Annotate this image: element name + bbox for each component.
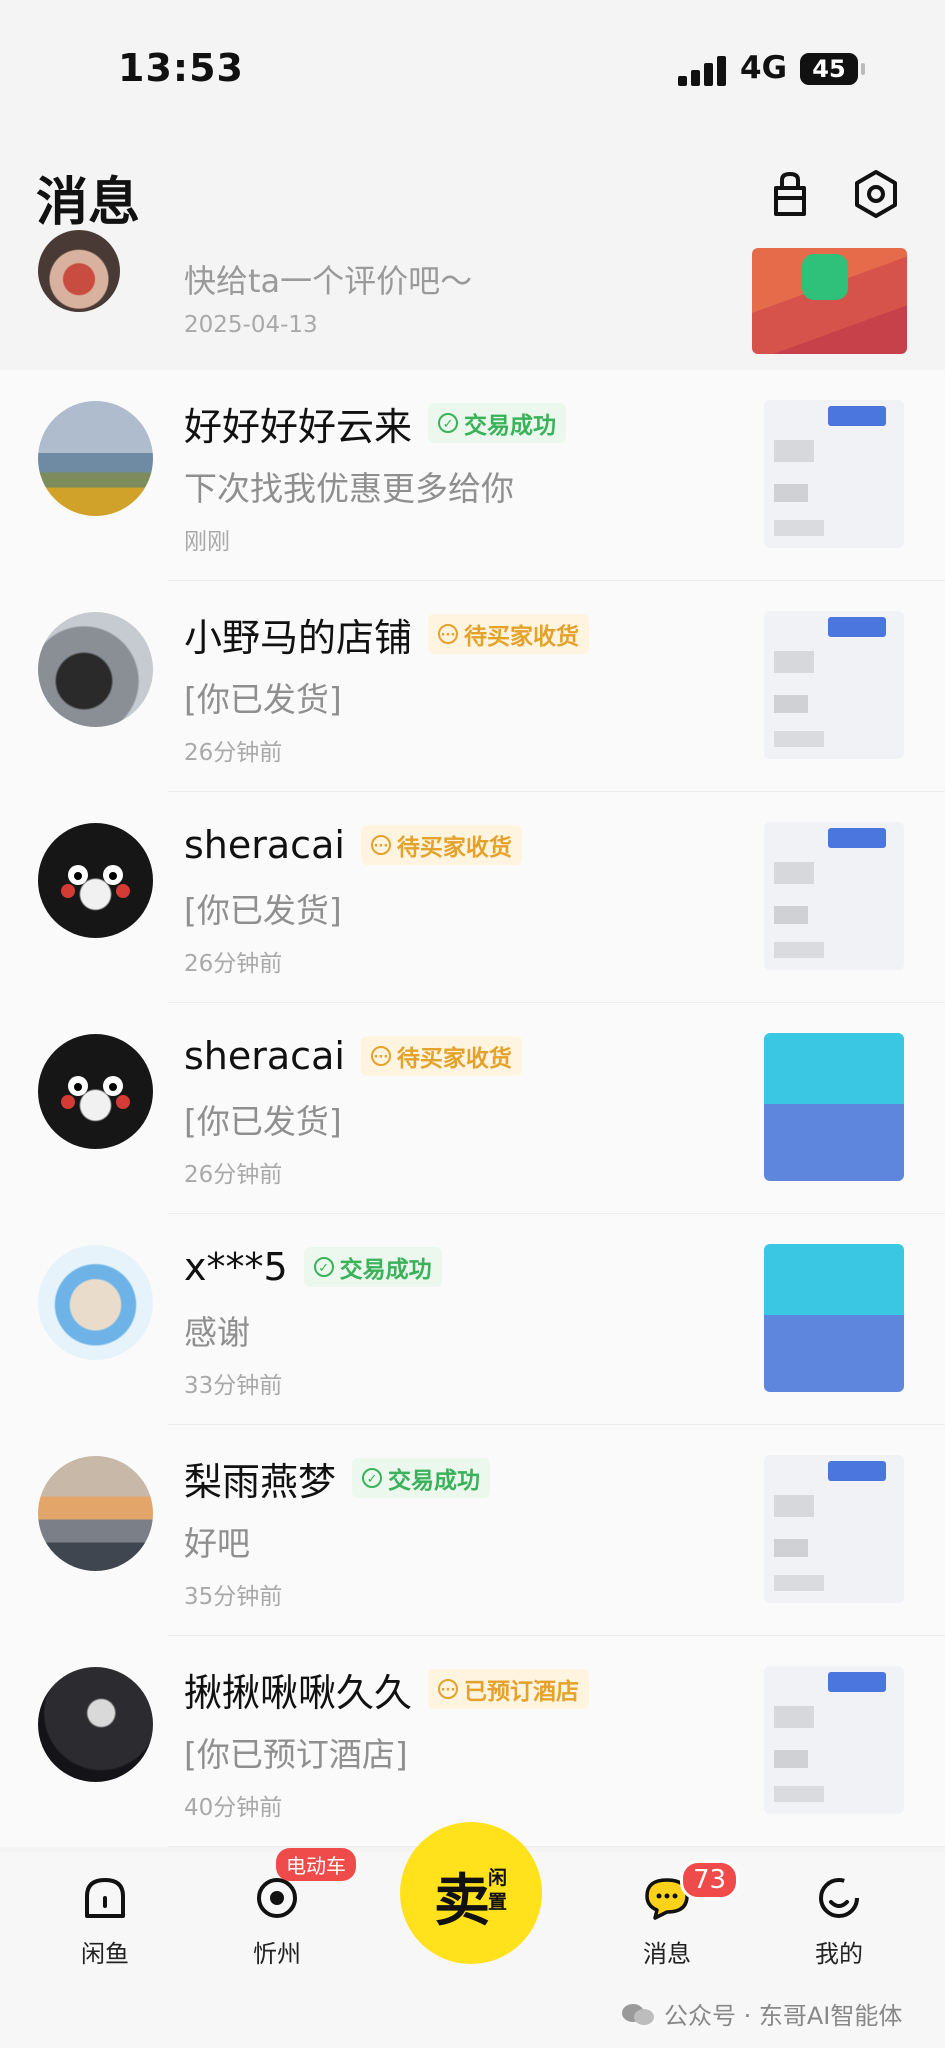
- nav-messages-label: 消息: [643, 1940, 691, 1968]
- status-badge: ✓ 交易成功: [428, 403, 567, 443]
- status-badge: ··· 已预订酒店: [428, 1669, 590, 1709]
- avatar: [38, 1245, 153, 1360]
- battery-icon: 45: [800, 53, 865, 85]
- pending-dots-icon: ···: [370, 1046, 391, 1066]
- item-thumbnail: [764, 1244, 904, 1392]
- shop-bag-icon[interactable]: [762, 166, 818, 222]
- item-thumbnail: [764, 822, 904, 970]
- home-icon: [85, 1878, 125, 1918]
- settings-icon[interactable]: [848, 166, 904, 222]
- pending-dots-icon: ···: [370, 835, 391, 855]
- message-preview: [你已预订酒店]: [184, 1735, 408, 1774]
- watermark-text: 公众号 · 东哥AI智能体: [664, 2002, 903, 2030]
- nav-mine-label: 我的: [815, 1940, 863, 1968]
- status-time: 13:53: [118, 46, 244, 90]
- message-time: 26分钟前: [184, 1162, 283, 1188]
- profile-smile-icon: [819, 1878, 859, 1918]
- conversation-list: 好好好好云来 ✓ 交易成功 下次找我优惠更多给你 刚刚 小野马的店铺 ··· 待买家…: [0, 370, 945, 1847]
- nav-city-label: 忻州: [253, 1940, 301, 1968]
- message-time: 2025-04-13: [184, 312, 318, 338]
- conversation-row[interactable]: 揪揪啾啾久久 ··· 已预订酒店 [你已预订酒店] 40分钟前: [0, 1636, 945, 1847]
- message-preview: 感谢: [184, 1313, 250, 1352]
- nav-mine[interactable]: 我的: [784, 1870, 894, 1969]
- nav-home-label: 闲鱼: [81, 1940, 129, 1968]
- message-preview: [你已发货]: [184, 680, 342, 719]
- item-thumbnail: [764, 611, 904, 759]
- avatar: [38, 401, 153, 516]
- message-preview: 快给ta一个评价吧～: [184, 262, 473, 300]
- nav-home[interactable]: 闲鱼: [50, 1870, 160, 1969]
- conversation-row[interactable]: sheracai ··· 待买家收货 [你已发货] 26分钟前: [0, 1003, 945, 1214]
- contact-name: 梨雨燕梦: [184, 1459, 337, 1504]
- contact-name: 揪揪啾啾久久: [184, 1670, 413, 1715]
- conversation-row[interactable]: sheracai ··· 待买家收货 [你已发货] 26分钟前: [0, 792, 945, 1003]
- signal-icon: [678, 54, 728, 86]
- message-preview: 好吧: [184, 1524, 250, 1563]
- message-time: 刚刚: [184, 529, 230, 555]
- message-preview: [你已发货]: [184, 1102, 342, 1141]
- item-thumbnail: [764, 1666, 904, 1814]
- page-header: 消息: [0, 150, 945, 240]
- contact-name: 好好好好云来: [184, 404, 413, 449]
- unread-count-badge: 73: [680, 1860, 740, 1900]
- item-thumbnail: [764, 400, 904, 548]
- item-thumbnail: [752, 248, 907, 354]
- status-badge: ✓ 交易成功: [352, 1458, 491, 1498]
- nav-city[interactable]: 忻州: [222, 1870, 332, 1969]
- avatar: [38, 230, 120, 312]
- status-bar: 13:53 4G 45: [0, 0, 945, 140]
- check-circle-icon: ✓: [362, 1468, 383, 1488]
- sell-button[interactable]: 卖 闲置: [400, 1822, 542, 1964]
- pending-dots-icon: ···: [438, 1679, 459, 1699]
- avatar: [38, 1456, 153, 1571]
- conversation-row[interactable]: 梨雨燕梦 ✓ 交易成功 好吧 35分钟前: [0, 1425, 945, 1636]
- city-tag-badge: 电动车: [276, 1848, 356, 1881]
- contact-name: sheracai: [184, 1034, 345, 1078]
- message-time: 26分钟前: [184, 951, 283, 977]
- pending-dots-icon: ···: [438, 624, 459, 644]
- avatar: [38, 823, 153, 938]
- conversation-row[interactable]: 好好好好云来 ✓ 交易成功 下次找我优惠更多给你 刚刚: [0, 370, 945, 581]
- list-item-partial[interactable]: 快给ta一个评价吧～ 2025-04-13: [0, 230, 945, 370]
- watermark: 公众号 · 东哥AI智能体: [620, 1996, 902, 2031]
- status-badge: ··· 待买家收货: [360, 825, 522, 865]
- conversation-row[interactable]: 小野马的店铺 ··· 待买家收货 [你已发货] 26分钟前: [0, 581, 945, 792]
- avatar: [38, 1667, 153, 1782]
- item-thumbnail: [764, 1033, 904, 1181]
- item-thumbnail: [764, 1455, 904, 1603]
- conversation-row[interactable]: x***5 ✓ 交易成功 感谢 33分钟前: [0, 1214, 945, 1425]
- message-time: 33分钟前: [184, 1373, 283, 1399]
- contact-name: sheracai: [184, 823, 345, 867]
- video-app-icon: [802, 254, 848, 300]
- avatar: [38, 612, 153, 727]
- wechat-icon: [622, 2003, 654, 2025]
- status-badge: ··· 待买家收货: [360, 1036, 522, 1076]
- sell-sub-label: 闲置: [488, 1867, 508, 1913]
- message-time: 40分钟前: [184, 1795, 283, 1821]
- message-time: 26分钟前: [184, 740, 283, 766]
- network-type: 4G: [740, 50, 788, 86]
- check-circle-icon: ✓: [313, 1257, 334, 1277]
- message-preview: [你已发货]: [184, 891, 342, 930]
- contact-name: 小野马的店铺: [184, 615, 413, 660]
- message-time: 35分钟前: [184, 1584, 283, 1610]
- status-badge: ··· 待买家收货: [428, 614, 590, 654]
- sell-main-label: 卖: [434, 1869, 490, 1934]
- avatar: [38, 1034, 153, 1149]
- contact-name: x***5: [184, 1245, 288, 1289]
- page-title: 消息: [36, 173, 141, 233]
- message-preview: 下次找我优惠更多给你: [184, 469, 514, 508]
- check-circle-icon: ✓: [438, 413, 459, 433]
- status-badge: ✓ 交易成功: [303, 1247, 442, 1287]
